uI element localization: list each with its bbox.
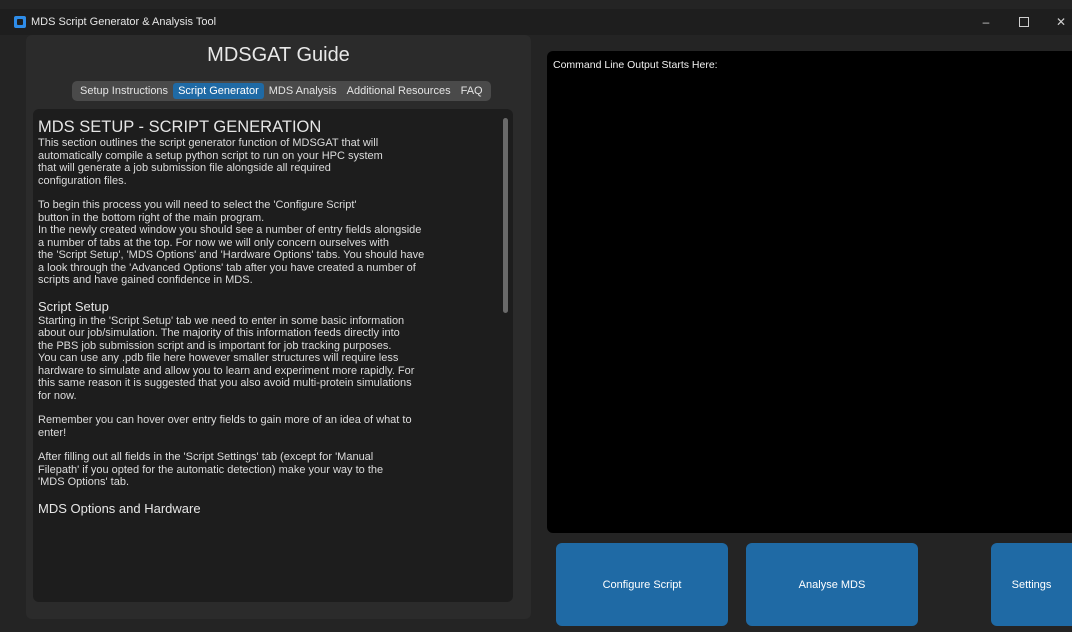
configure-script-button[interactable]: Configure Script [556, 543, 728, 626]
guide-paragraph: To begin this process you will need to s… [38, 199, 425, 286]
guide-tabbar: Setup Instructions Script Generator MDS … [72, 81, 491, 101]
guide-scrollbar[interactable] [503, 118, 508, 313]
tab-additional-resources[interactable]: Additional Resources [342, 83, 456, 99]
tab-setup-instructions[interactable]: Setup Instructions [75, 83, 173, 99]
section-heading-script-setup: Script Setup [38, 298, 109, 314]
guide-paragraph: Starting in the 'Script Setup' tab we ne… [38, 314, 415, 402]
console-output[interactable] [547, 51, 1072, 533]
analyse-mds-button[interactable]: Analyse MDS [746, 543, 918, 626]
guide-title: MDSGAT Guide [207, 44, 350, 66]
guide-paragraph: Remember you can hover over entry fields… [38, 414, 412, 439]
guide-paragraph: After filling out all fields in the 'Scr… [38, 451, 384, 488]
console-header: Command Line Output Starts Here: [553, 59, 718, 71]
close-icon[interactable]: ✕ [1046, 9, 1072, 35]
maximize-icon[interactable] [1009, 9, 1039, 35]
tab-script-generator[interactable]: Script Generator [173, 83, 264, 99]
section-heading-mds-options: MDS Options and Hardware [38, 500, 201, 516]
tab-faq[interactable]: FAQ [456, 83, 488, 99]
title-bar: MDS Script Generator & Analysis Tool – ✕ [0, 9, 1072, 35]
minimize-icon[interactable]: – [971, 9, 1001, 35]
app-icon [14, 16, 26, 28]
window-title: MDS Script Generator & Analysis Tool [31, 16, 217, 28]
tab-mds-analysis[interactable]: MDS Analysis [264, 83, 342, 99]
settings-button[interactable]: Settings [991, 543, 1072, 626]
guide-content: MDS SETUP - SCRIPT GENERATION This secti… [38, 118, 498, 517]
guide-paragraph: This section outlines the script generat… [38, 137, 383, 187]
guide-heading: MDS SETUP - SCRIPT GENERATION [38, 118, 322, 136]
